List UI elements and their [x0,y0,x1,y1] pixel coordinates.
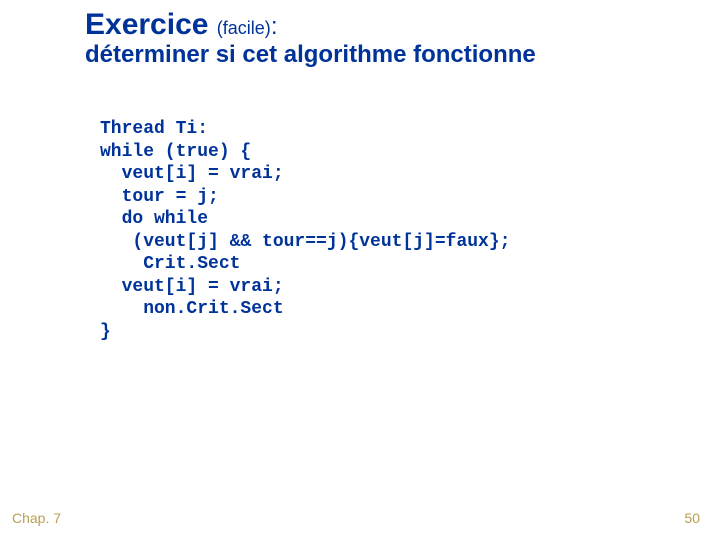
footer-chapter: Chap. 7 [12,510,61,526]
code-block: Thread Ti: while (true) { veut[i] = vrai… [100,118,510,343]
code-line-7: Crit.Sect [100,254,240,274]
heading-line-1: Exercice (facile): [85,8,680,43]
code-line-3: veut[i] = vrai; [100,164,284,184]
slide-heading: Exercice (facile): déterminer si cet alg… [85,8,680,68]
footer-page-number: 50 [684,510,700,526]
heading-subtitle: déterminer si cet algorithme fonctionne [85,41,680,69]
code-line-2: while (true) { [100,142,251,162]
code-line-9: non.Crit.Sect [100,299,284,319]
code-line-10: } [100,322,111,342]
code-line-4: tour = j; [100,187,219,207]
code-line-5: do while [100,209,208,229]
heading-title-main: Exercice [85,8,208,41]
code-line-6: (veut[j] && tour==j){veut[j]=faux}; [100,232,510,252]
code-line-1: Thread Ti: [100,119,208,139]
code-line-8: veut[i] = vrai; [100,277,284,297]
heading-title-colon: : [271,13,278,40]
slide: Exercice (facile): déterminer si cet alg… [0,0,720,540]
heading-title-paren: (facile) [217,18,271,38]
